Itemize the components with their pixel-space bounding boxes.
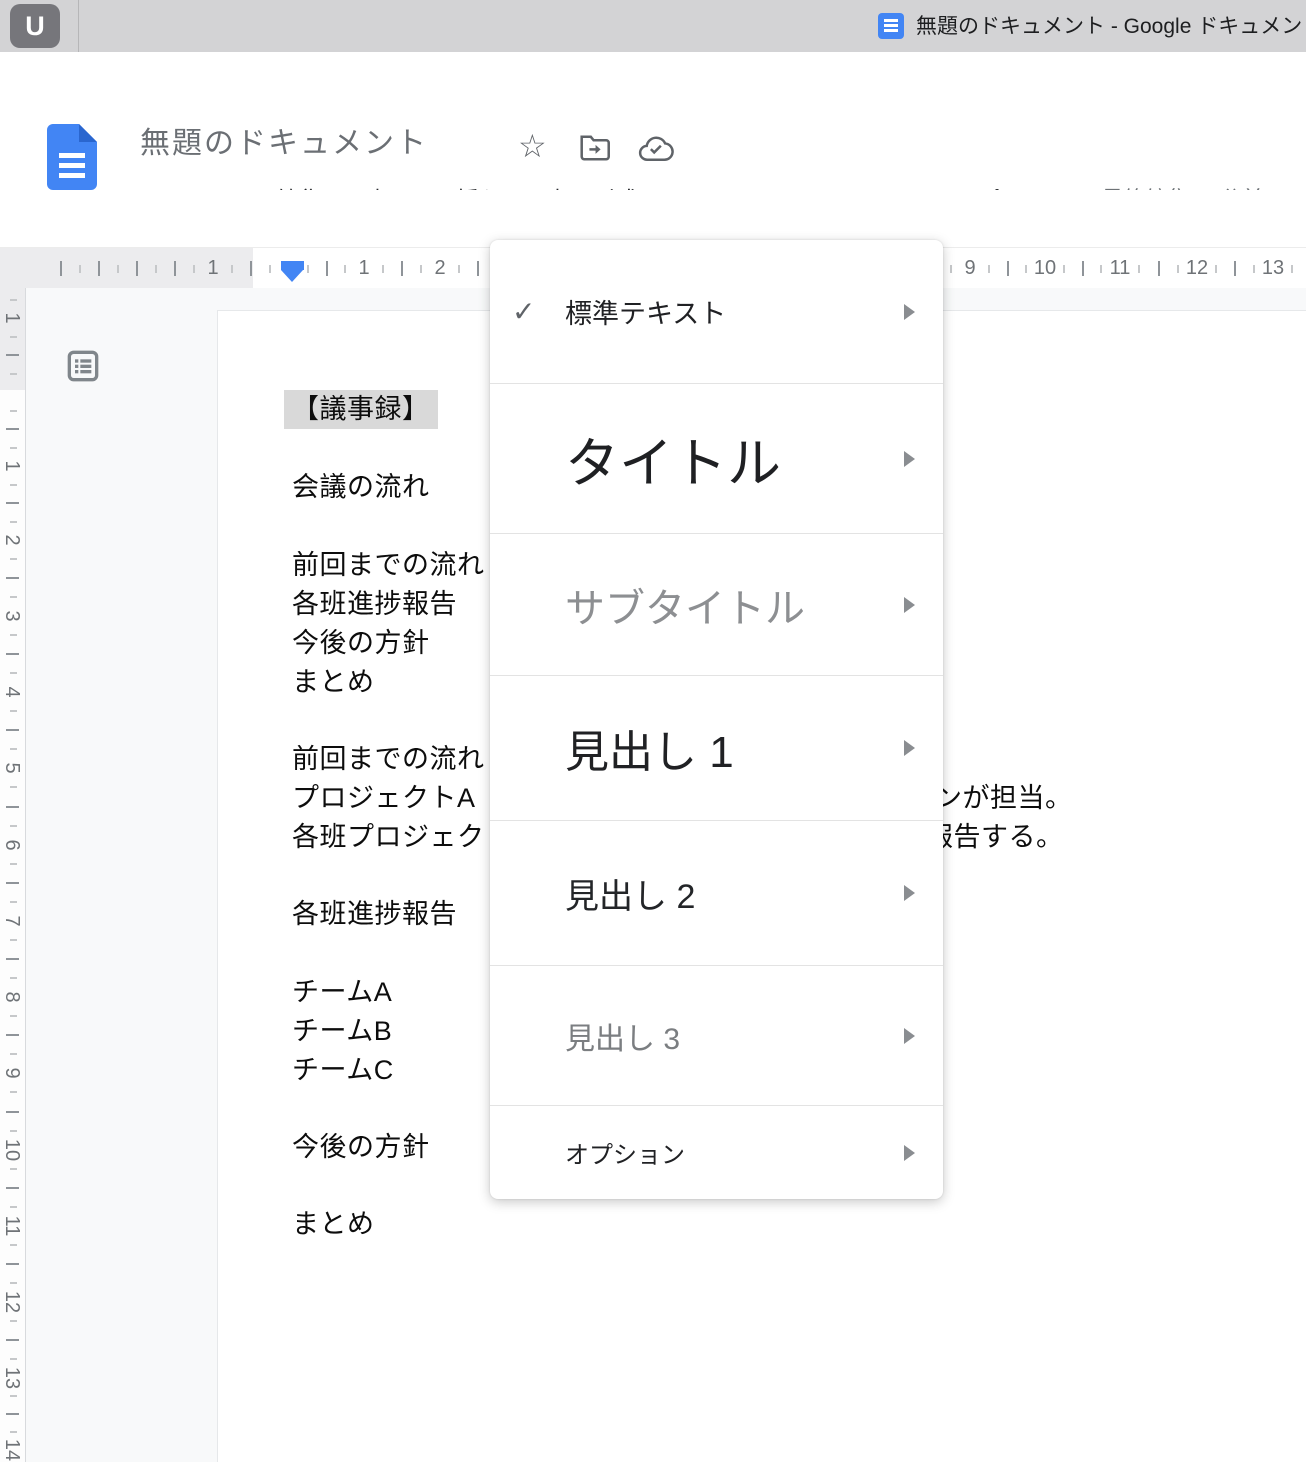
submenu-arrow-icon <box>904 1028 915 1044</box>
doc-line: まとめ <box>292 663 375 702</box>
submenu-arrow-icon <box>904 1145 915 1161</box>
style-option-normal[interactable]: ✓ 標準テキスト <box>490 240 943 383</box>
doc-line: 今後の方針 <box>292 1128 430 1167</box>
style-option-title[interactable]: タイトル <box>490 383 943 533</box>
style-option-label: 標準テキスト <box>565 292 726 331</box>
doc-line: まとめ <box>292 1205 375 1244</box>
style-option-label: タイトル <box>565 419 781 498</box>
doc-line: 会議の流れ <box>292 468 430 507</box>
style-option-label: サブタイトル <box>565 576 805 634</box>
style-option-label: 見出し 3 <box>565 1014 680 1058</box>
style-option-label: 見出し 1 <box>565 716 734 780</box>
submenu-arrow-icon <box>904 451 915 467</box>
doc-line: 各班進捗報告 <box>292 585 457 624</box>
doc-line: 前回までの流れ <box>292 546 485 585</box>
doc-line: チームC <box>292 1051 394 1090</box>
doc-line: 前回までの流れ <box>292 740 485 779</box>
style-option-options[interactable]: オプション <box>490 1105 943 1199</box>
style-option-label: オプション <box>565 1135 685 1170</box>
paragraph-styles-menu: ✓ 標準テキストタイトルサブタイトル見出し 1 見出し 2 見出し 3 オプション <box>490 240 943 1199</box>
doc-line: チームA <box>292 973 392 1012</box>
checkmark-icon: ✓ <box>512 295 535 328</box>
doc-line: チームB <box>292 1012 392 1051</box>
doc-line: 各班プロジェク <box>292 818 485 857</box>
doc-line: 【議事録】 <box>284 390 438 429</box>
doc-line-fragment: ンが担当。 <box>935 779 1073 818</box>
submenu-arrow-icon <box>904 304 915 320</box>
style-option-h2[interactable]: 見出し 2 <box>490 820 943 965</box>
style-option-h1[interactable]: 見出し 1 <box>490 675 943 820</box>
submenu-arrow-icon <box>904 597 915 613</box>
screen: U 無題のドキュメント - Google ドキュメン 無題のドキュメント ☆ <box>0 0 1306 1462</box>
style-option-h3[interactable]: 見出し 3 <box>490 965 943 1105</box>
submenu-arrow-icon <box>904 885 915 901</box>
doc-line: プロジェクトA <box>292 779 476 818</box>
doc-line-fragment: 報告する。 <box>926 818 1064 857</box>
doc-line: 今後の方針 <box>292 624 430 663</box>
style-option-subtitle[interactable]: サブタイトル <box>490 533 943 675</box>
submenu-arrow-icon <box>904 740 915 756</box>
doc-line: 各班進捗報告 <box>292 895 457 934</box>
style-option-label: 見出し 2 <box>565 869 695 918</box>
